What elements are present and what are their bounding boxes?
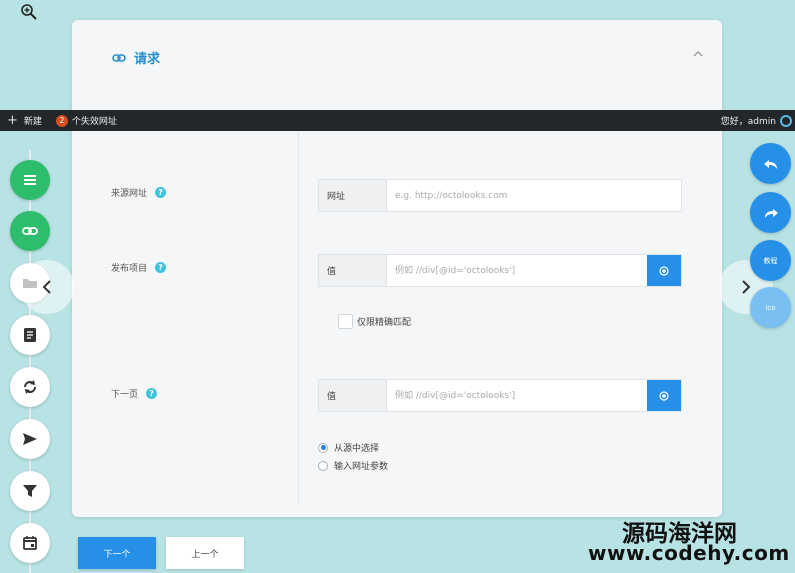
eye-icon (659, 265, 669, 276)
invalid-count-badge[interactable]: 2 (55, 114, 68, 127)
exact-match-label: 仅限精确匹配 (357, 318, 412, 328)
refresh-button[interactable] (10, 367, 50, 407)
card-title: 请求 (134, 52, 161, 67)
next-page-label: 下一页 ? (111, 387, 158, 400)
plus-icon[interactable]: + (7, 114, 18, 127)
exact-match-option[interactable]: 仅限精确匹配 (338, 314, 411, 329)
chevron-right-icon (742, 280, 751, 294)
next-button[interactable]: 下一个 (78, 537, 156, 569)
previous-slide-arrow[interactable] (20, 260, 74, 314)
radio-url-parameter[interactable]: 输入网址参数 (318, 459, 388, 472)
invalid-urls-link[interactable]: 个失效网址 (72, 114, 117, 127)
source-url-label: 来源网址 ? (111, 186, 167, 199)
tutorial-button[interactable]: 教程 (750, 240, 791, 281)
info-button[interactable]: ico (750, 287, 791, 328)
link-icon (112, 53, 126, 62)
avatar-icon[interactable] (780, 114, 792, 127)
help-icon[interactable]: ? (155, 262, 167, 273)
visual-selector-button[interactable] (647, 255, 681, 286)
radio-button[interactable] (318, 442, 328, 453)
redo-button[interactable] (750, 192, 791, 233)
next-page-input[interactable] (387, 380, 647, 411)
publish-item-input[interactable] (387, 255, 647, 286)
send-icon (23, 433, 37, 445)
radio-label: 输入网址参数 (334, 462, 389, 472)
publish-item-addon: 值 (319, 255, 387, 286)
filter-icon (23, 485, 37, 497)
document-button[interactable] (10, 315, 50, 355)
radio-button[interactable] (318, 460, 328, 471)
publish-item-group: 值 (318, 254, 682, 287)
chevron-up-icon[interactable] (692, 48, 704, 60)
menu-icon (24, 175, 36, 185)
new-link[interactable]: 新建 (24, 114, 42, 127)
filter-button[interactable] (10, 471, 50, 511)
admin-bar: + 新建 2 个失效网址 您好，admin (0, 110, 795, 131)
zoom-in-icon[interactable] (20, 3, 38, 21)
document-icon (24, 328, 36, 342)
request-step-button[interactable] (10, 211, 50, 251)
exact-match-checkbox[interactable] (338, 314, 353, 329)
refresh-icon (24, 380, 36, 394)
undo-icon (763, 159, 777, 169)
calendar-button[interactable] (10, 523, 50, 563)
help-icon[interactable]: ? (146, 388, 158, 399)
previous-button[interactable]: 上一个 (166, 537, 244, 569)
send-button[interactable] (10, 419, 50, 459)
menu-button[interactable] (10, 160, 50, 200)
column-divider (298, 132, 299, 502)
radio-from-source[interactable]: 从源中选择 (318, 441, 379, 454)
source-url-group: 网址 (318, 179, 682, 212)
redo-icon (764, 208, 778, 218)
undo-button[interactable] (750, 143, 791, 184)
watermark-url: www.codehy.com (588, 541, 790, 565)
next-page-group: 值 (318, 379, 682, 412)
calendar-icon (23, 536, 37, 550)
next-page-addon: 值 (319, 380, 387, 411)
link-icon (22, 227, 38, 235)
radio-label: 从源中选择 (334, 444, 380, 454)
chevron-left-icon (42, 280, 51, 294)
source-url-addon: 网址 (319, 180, 387, 211)
visual-selector-button[interactable] (647, 380, 681, 411)
source-url-input[interactable] (387, 180, 681, 211)
publish-item-label: 发布项目 ? (111, 261, 167, 274)
greeting-text[interactable]: 您好，admin (721, 114, 776, 127)
help-icon[interactable]: ? (155, 187, 167, 198)
eye-icon (659, 390, 669, 401)
card-header[interactable]: 请求 (112, 48, 160, 67)
